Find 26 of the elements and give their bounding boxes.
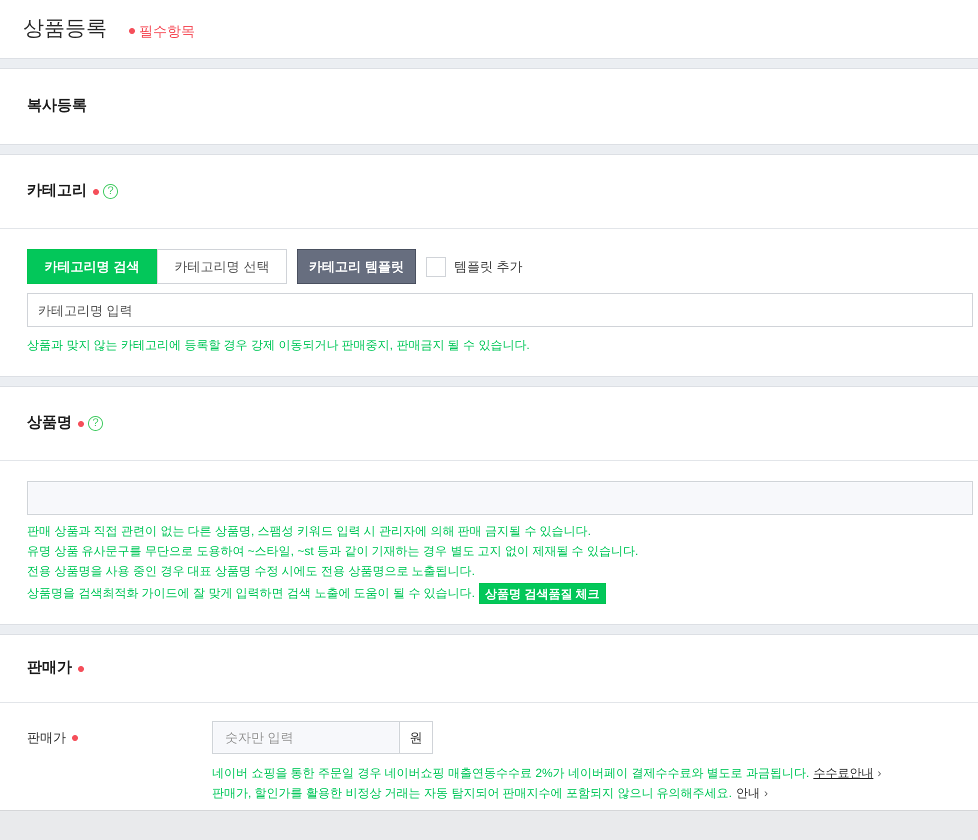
notice-text: 전용 상품명을 사용 중인 경우 대표 상품명 수정 시에도 전용 상품명으로 노출됩니다. [27, 563, 476, 580]
notice-text: 상품명을 검색최적화 가이드에 잘 맞게 입력하면 검색 노출에 도움이 될 수 있습니다. [27, 585, 476, 602]
field-label: 판매가 [27, 728, 66, 747]
section-title: 상품명 [27, 413, 72, 434]
checkbox-label: 템플릿 추가 [454, 258, 523, 276]
guide-link[interactable]: 안내 [736, 784, 760, 802]
notice-text: 판매 상품과 직접 관련이 없는 다른 상품명, 스팸성 키워드 입력 시 관리자에 의해 판매 금지될 수 있습니다. [27, 523, 592, 540]
section-title: 복사등록 [27, 96, 87, 116]
chevron-icon: › [764, 784, 768, 802]
chevron-icon: › [877, 764, 882, 782]
category-tab[interactable]: 카테고리명 선택 [157, 249, 287, 284]
notice-text: 네이버 쇼핑을 통한 주문일 경우 네이버쇼핑 매출연동수수료 2%가 네이버페이 결제수수료와 별도로 과금됩니다. [212, 765, 810, 782]
notice-text: 상품과 맞지 않는 카테고리에 등록할 경우 강제 이동되거나 판매중지, 판매금지 될 수 있습니다. [27, 337, 531, 354]
notice-text: 유명 상품 유사문구를 무단으로 도용하여 ~스타일, ~st 등과 같이 기재하는 경우 별도 고지 없이 제재될 수 있습니다. [27, 543, 638, 560]
section-title: 카테고리 [27, 181, 87, 202]
unit-label: 원 [400, 721, 433, 754]
required-legend: 필수항목 [139, 20, 195, 42]
product-name-field[interactable] [27, 481, 973, 515]
template-button[interactable]: 카테고리 템플릿 [297, 249, 416, 284]
page-title: 상품등록 [23, 16, 107, 42]
fee-guide-link[interactable]: 수수료안내 [813, 764, 874, 782]
notice-text: 판매가, 할인가를 활용한 비정상 거래는 자동 탐지되어 판매지수에 포함되지 않으니 유의해주세요. [212, 785, 732, 802]
price-field[interactable]: 숫자만 입력 [212, 721, 400, 754]
category-search-field[interactable]: 카테고리명 입력 [27, 293, 973, 327]
checkbox[interactable] [426, 256, 446, 276]
section-title: 판매가 [27, 658, 72, 678]
